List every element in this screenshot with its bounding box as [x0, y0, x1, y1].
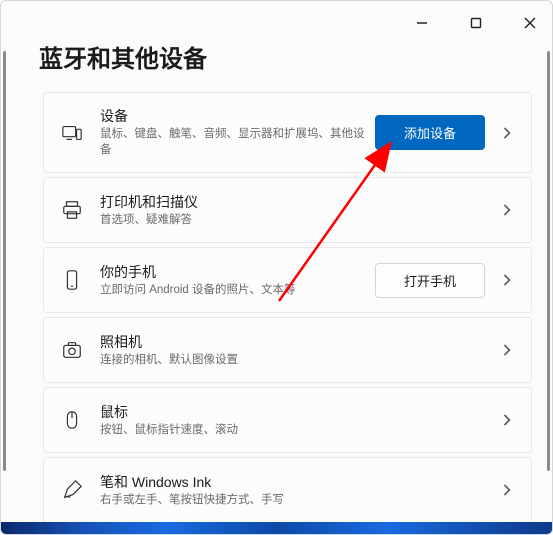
chevron-right-icon: [499, 125, 515, 141]
chevron-right-icon: [499, 272, 515, 288]
card-camera[interactable]: 照相机 连接的相机、默认图像设置: [43, 317, 532, 383]
add-device-button[interactable]: 添加设备: [375, 115, 485, 150]
scrollbar-hint-left: [3, 51, 6, 471]
open-phone-button[interactable]: 打开手机: [375, 263, 485, 298]
camera-icon: [58, 336, 86, 364]
card-text: 设备 鼠标、键盘、触笔、音频、显示器和扩展坞、其他设备: [100, 107, 365, 158]
close-button[interactable]: [514, 9, 546, 37]
card-title: 打印机和扫描仪: [100, 193, 485, 211]
settings-window: 蓝牙和其他设备 设备 鼠标、键盘、触笔、音频、显示器和扩展坞、其他设备 添加设备: [0, 0, 553, 535]
maximize-button[interactable]: [460, 9, 492, 37]
card-mouse[interactable]: 鼠标 按钮、鼠标指针速度、滚动: [43, 387, 532, 453]
chevron-right-icon: [499, 412, 515, 428]
card-title: 你的手机: [100, 263, 365, 281]
page-title: 蓝牙和其他设备: [1, 39, 552, 92]
card-text: 打印机和扫描仪 首选项、疑难解答: [100, 193, 485, 228]
card-subtitle: 首选项、疑难解答: [100, 212, 485, 228]
card-subtitle: 连接的相机、默认图像设置: [100, 352, 485, 368]
card-subtitle: 立即访问 Android 设备的照片、文本等: [100, 282, 365, 298]
card-devices[interactable]: 设备 鼠标、键盘、触笔、音频、显示器和扩展坞、其他设备 添加设备: [43, 92, 532, 173]
scrollbar-hint-right: [547, 51, 550, 471]
printer-icon: [58, 196, 86, 224]
card-action: 添加设备: [375, 115, 485, 150]
card-printers[interactable]: 打印机和扫描仪 首选项、疑难解答: [43, 177, 532, 243]
taskbar-strip: [1, 522, 552, 534]
mouse-icon: [58, 406, 86, 434]
content: 设备 鼠标、键盘、触笔、音频、显示器和扩展坞、其他设备 添加设备 打印机和扫描仪…: [1, 92, 552, 523]
minimize-icon: [416, 17, 428, 29]
card-subtitle: 鼠标、键盘、触笔、音频、显示器和扩展坞、其他设备: [100, 126, 365, 158]
pen-icon: [58, 476, 86, 504]
chevron-right-icon: [499, 482, 515, 498]
chevron-right-icon: [499, 342, 515, 358]
card-text: 鼠标 按钮、鼠标指针速度、滚动: [100, 403, 485, 438]
card-title: 笔和 Windows Ink: [100, 473, 485, 491]
card-pen[interactable]: 笔和 Windows Ink 右手或左手、笔按钮快捷方式、手写: [43, 457, 532, 523]
card-phone[interactable]: 你的手机 立即访问 Android 设备的照片、文本等 打开手机: [43, 247, 532, 313]
card-text: 你的手机 立即访问 Android 设备的照片、文本等: [100, 263, 365, 298]
minimize-button[interactable]: [406, 9, 438, 37]
card-subtitle: 按钮、鼠标指针速度、滚动: [100, 422, 485, 438]
card-text: 笔和 Windows Ink 右手或左手、笔按钮快捷方式、手写: [100, 473, 485, 508]
maximize-icon: [470, 17, 482, 29]
close-icon: [524, 17, 536, 29]
card-title: 照相机: [100, 333, 485, 351]
card-title: 设备: [100, 107, 365, 125]
chevron-right-icon: [499, 202, 515, 218]
card-subtitle: 右手或左手、笔按钮快捷方式、手写: [100, 492, 485, 508]
card-title: 鼠标: [100, 403, 485, 421]
card-action: 打开手机: [375, 263, 485, 298]
devices-icon: [58, 119, 86, 147]
card-text: 照相机 连接的相机、默认图像设置: [100, 333, 485, 368]
phone-icon: [58, 266, 86, 294]
